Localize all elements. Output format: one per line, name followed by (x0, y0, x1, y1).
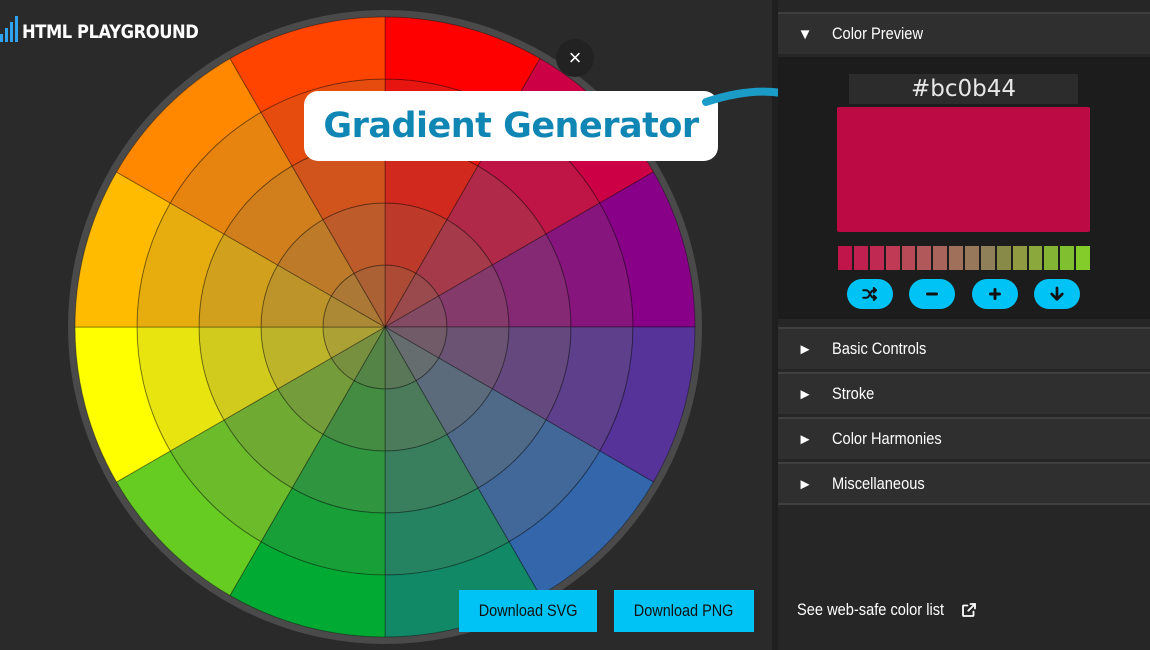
collapsed-triangle-icon: ► (797, 430, 813, 448)
download-svg-button[interactable]: Download SVG (459, 590, 597, 632)
section-label: Miscellaneous (832, 474, 925, 493)
gradient-step[interactable] (949, 246, 963, 270)
close-button[interactable]: × (556, 39, 594, 77)
shuffle-button[interactable] (847, 279, 893, 309)
gradient-step[interactable] (1044, 246, 1059, 270)
plus-icon (989, 288, 1001, 300)
section-color-preview[interactable]: ▼ Color Preview (778, 12, 1150, 54)
collapsed-triangle-icon: ► (797, 340, 813, 358)
gradient-step[interactable] (838, 246, 852, 270)
increase-button[interactable] (972, 279, 1018, 309)
expanded-triangle-icon: ▼ (797, 25, 813, 43)
page-title: Gradient Generator (304, 91, 718, 161)
section-label: Basic Controls (832, 339, 927, 358)
download-png-button[interactable]: Download PNG (614, 590, 754, 632)
download-arrow-button[interactable] (1034, 279, 1080, 309)
decrease-button[interactable] (909, 279, 955, 309)
collapsed-triangle-icon: ► (797, 475, 813, 493)
gradient-step[interactable] (1012, 246, 1027, 270)
gradient-step[interactable] (980, 246, 995, 270)
hex-value[interactable]: #bc0b44 (849, 74, 1078, 104)
divider (778, 503, 1150, 505)
download-svg-label: Download SVG (478, 601, 578, 620)
gradient-step[interactable] (901, 246, 916, 270)
section-label: Stroke (832, 384, 875, 403)
section-label: Color Preview (832, 24, 923, 43)
websafe-color-link[interactable]: See web-safe color list (797, 600, 978, 620)
minus-icon (926, 292, 938, 296)
gradient-step[interactable] (1076, 246, 1090, 270)
gradient-step[interactable] (869, 246, 884, 270)
gradient-strip (838, 246, 1090, 270)
gradient-step[interactable] (917, 246, 932, 270)
color-swatch (837, 107, 1090, 232)
gradient-step[interactable] (1060, 246, 1075, 270)
gradient-step[interactable] (885, 246, 900, 270)
gradient-step[interactable] (996, 246, 1011, 270)
shuffle-icon (862, 287, 877, 301)
websafe-link-label: See web-safe color list (797, 600, 945, 619)
download-arrow-icon (1050, 286, 1064, 301)
gradient-step[interactable] (1028, 246, 1043, 270)
section-miscellaneous[interactable]: ► Miscellaneous (778, 462, 1150, 504)
gradient-step[interactable] (965, 246, 979, 270)
external-link-icon (962, 603, 976, 617)
collapsed-triangle-icon: ► (797, 385, 813, 403)
section-stroke[interactable]: ► Stroke (778, 372, 1150, 414)
section-label: Color Harmonies (832, 429, 942, 448)
gradient-step[interactable] (853, 246, 868, 270)
gradient-step[interactable] (933, 246, 948, 270)
download-png-label: Download PNG (634, 601, 734, 620)
logo-bars-icon (0, 16, 18, 42)
section-color-harmonies[interactable]: ► Color Harmonies (778, 417, 1150, 459)
close-icon: × (568, 45, 582, 70)
section-basic-controls[interactable]: ► Basic Controls (778, 327, 1150, 369)
